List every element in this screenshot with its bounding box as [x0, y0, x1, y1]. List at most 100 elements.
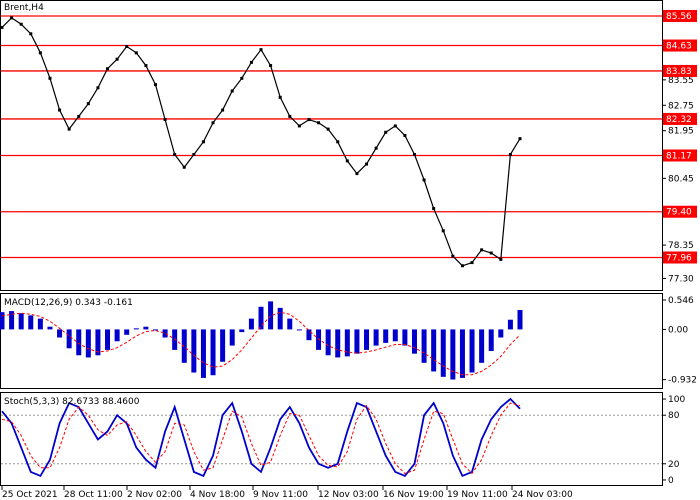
macd-tick-label-2: -0.932 — [668, 376, 697, 386]
close-point-25 — [240, 76, 244, 80]
level-badge-text-0: 85.56 — [666, 12, 692, 22]
macd-bar-25 — [239, 329, 245, 333]
close-point-12 — [115, 57, 119, 61]
macd-tick-label-0: 0.546 — [668, 296, 694, 306]
close-point-8 — [77, 114, 81, 118]
close-point-3 — [29, 32, 33, 36]
symbol-label: Brent,H4 — [4, 3, 44, 13]
time-tick-label-8: 24 Nov 03:00 — [512, 490, 573, 500]
close-point-24 — [230, 89, 234, 93]
macd-bar-22 — [210, 329, 216, 376]
macd-bar-0 — [0, 312, 5, 330]
macd-bar-44 — [421, 329, 427, 363]
macd-bar-47 — [450, 329, 456, 380]
close-point-45 — [432, 207, 436, 211]
macd-bar-12 — [114, 329, 120, 342]
macd-bar-5 — [47, 326, 53, 330]
close-point-13 — [125, 44, 129, 48]
price-tick-label-4: 82.75 — [668, 101, 694, 111]
close-point-44 — [422, 178, 426, 182]
macd-bar-15 — [143, 326, 149, 330]
close-point-17 — [163, 118, 167, 122]
macd-bar-2 — [18, 313, 24, 330]
price-tick-label-10: 78.35 — [668, 241, 694, 251]
close-point-46 — [441, 229, 445, 233]
close-point-7 — [67, 127, 71, 131]
time-tick-label-3: 4 Nov 18:00 — [190, 490, 245, 500]
close-point-6 — [58, 108, 62, 112]
macd-bar-9 — [85, 329, 91, 358]
close-point-0 — [0, 25, 4, 29]
macd-bar-31 — [296, 329, 302, 331]
macd-bar-29 — [277, 307, 283, 330]
time-tick-label-6: 16 Nov 19:00 — [383, 490, 444, 500]
close-point-16 — [153, 83, 157, 87]
close-point-50 — [480, 248, 484, 252]
macd-bar-39 — [373, 329, 379, 346]
close-point-28 — [269, 64, 273, 68]
macd-bar-3 — [28, 315, 34, 330]
macd-bar-23 — [220, 329, 226, 362]
close-point-41 — [393, 124, 397, 128]
price-tick-label-6: 81.95 — [668, 127, 694, 137]
macd-bar-26 — [248, 318, 254, 330]
time-tick-label-1: 28 Oct 11:00 — [64, 490, 123, 500]
close-point-37 — [355, 172, 359, 176]
close-point-18 — [173, 153, 177, 157]
time-tick-label-7: 19 Nov 11:00 — [447, 490, 508, 500]
macd-bar-51 — [488, 329, 494, 351]
time-tick-label-2: 2 Nov 02:00 — [127, 490, 182, 500]
stoch-tick-label-1: 80 — [668, 411, 680, 421]
macd-bar-36 — [344, 329, 350, 357]
close-point-11 — [106, 67, 110, 71]
macd-bar-35 — [335, 329, 341, 358]
close-point-31 — [297, 124, 301, 128]
price-tick-label-8: 80.45 — [668, 174, 694, 184]
time-tick-label-4: 9 Nov 11:00 — [253, 490, 308, 500]
close-point-48 — [460, 264, 464, 268]
macd-bar-40 — [383, 329, 389, 343]
price-tick-label-3: 83.55 — [668, 76, 694, 86]
level-badge-text-5: 79.40 — [666, 208, 692, 218]
macd-label: MACD(12,26,9) 0.343 -0.161 — [4, 298, 133, 308]
macd-bar-7 — [66, 329, 72, 349]
close-point-2 — [19, 22, 23, 26]
macd-bar-28 — [268, 301, 274, 330]
macd-bar-30 — [287, 318, 293, 330]
close-point-39 — [374, 146, 378, 150]
time-tick-label-0: 25 Oct 2021 — [2, 490, 58, 500]
close-point-29 — [278, 95, 282, 99]
close-point-30 — [288, 114, 292, 118]
macd-bar-38 — [364, 329, 370, 350]
level-badge-text-1: 84.63 — [666, 42, 692, 52]
close-point-9 — [86, 102, 90, 106]
level-badge-text-2: 83.83 — [666, 67, 692, 77]
macd-bar-50 — [479, 329, 485, 363]
close-point-47 — [451, 254, 455, 258]
close-point-21 — [201, 140, 205, 144]
close-point-53 — [508, 153, 512, 157]
level-badge-text-6: 77.96 — [666, 253, 692, 263]
macd-bar-37 — [354, 329, 360, 354]
macd-tick-label-1: 0.00 — [668, 325, 688, 335]
close-point-14 — [134, 51, 138, 55]
stoch-tick-label-0: 100 — [668, 395, 685, 405]
close-point-1 — [10, 16, 14, 20]
macd-bar-21 — [200, 329, 206, 378]
close-point-19 — [182, 165, 186, 169]
macd-bar-14 — [133, 328, 139, 330]
close-point-43 — [412, 153, 416, 157]
macd-bar-41 — [392, 329, 398, 342]
macd-bar-6 — [57, 329, 63, 338]
macd-bar-34 — [325, 329, 331, 356]
macd-bar-8 — [76, 329, 82, 356]
macd-bar-20 — [191, 329, 197, 373]
price-tick-label-12: 77.30 — [668, 274, 694, 284]
close-point-33 — [317, 121, 321, 125]
close-point-27 — [259, 48, 263, 52]
macd-bar-43 — [411, 329, 417, 354]
close-point-54 — [518, 137, 522, 141]
level-badge-text-4: 81.17 — [666, 151, 692, 161]
level-badge-text-3: 82.32 — [666, 115, 692, 125]
close-point-32 — [307, 118, 311, 122]
